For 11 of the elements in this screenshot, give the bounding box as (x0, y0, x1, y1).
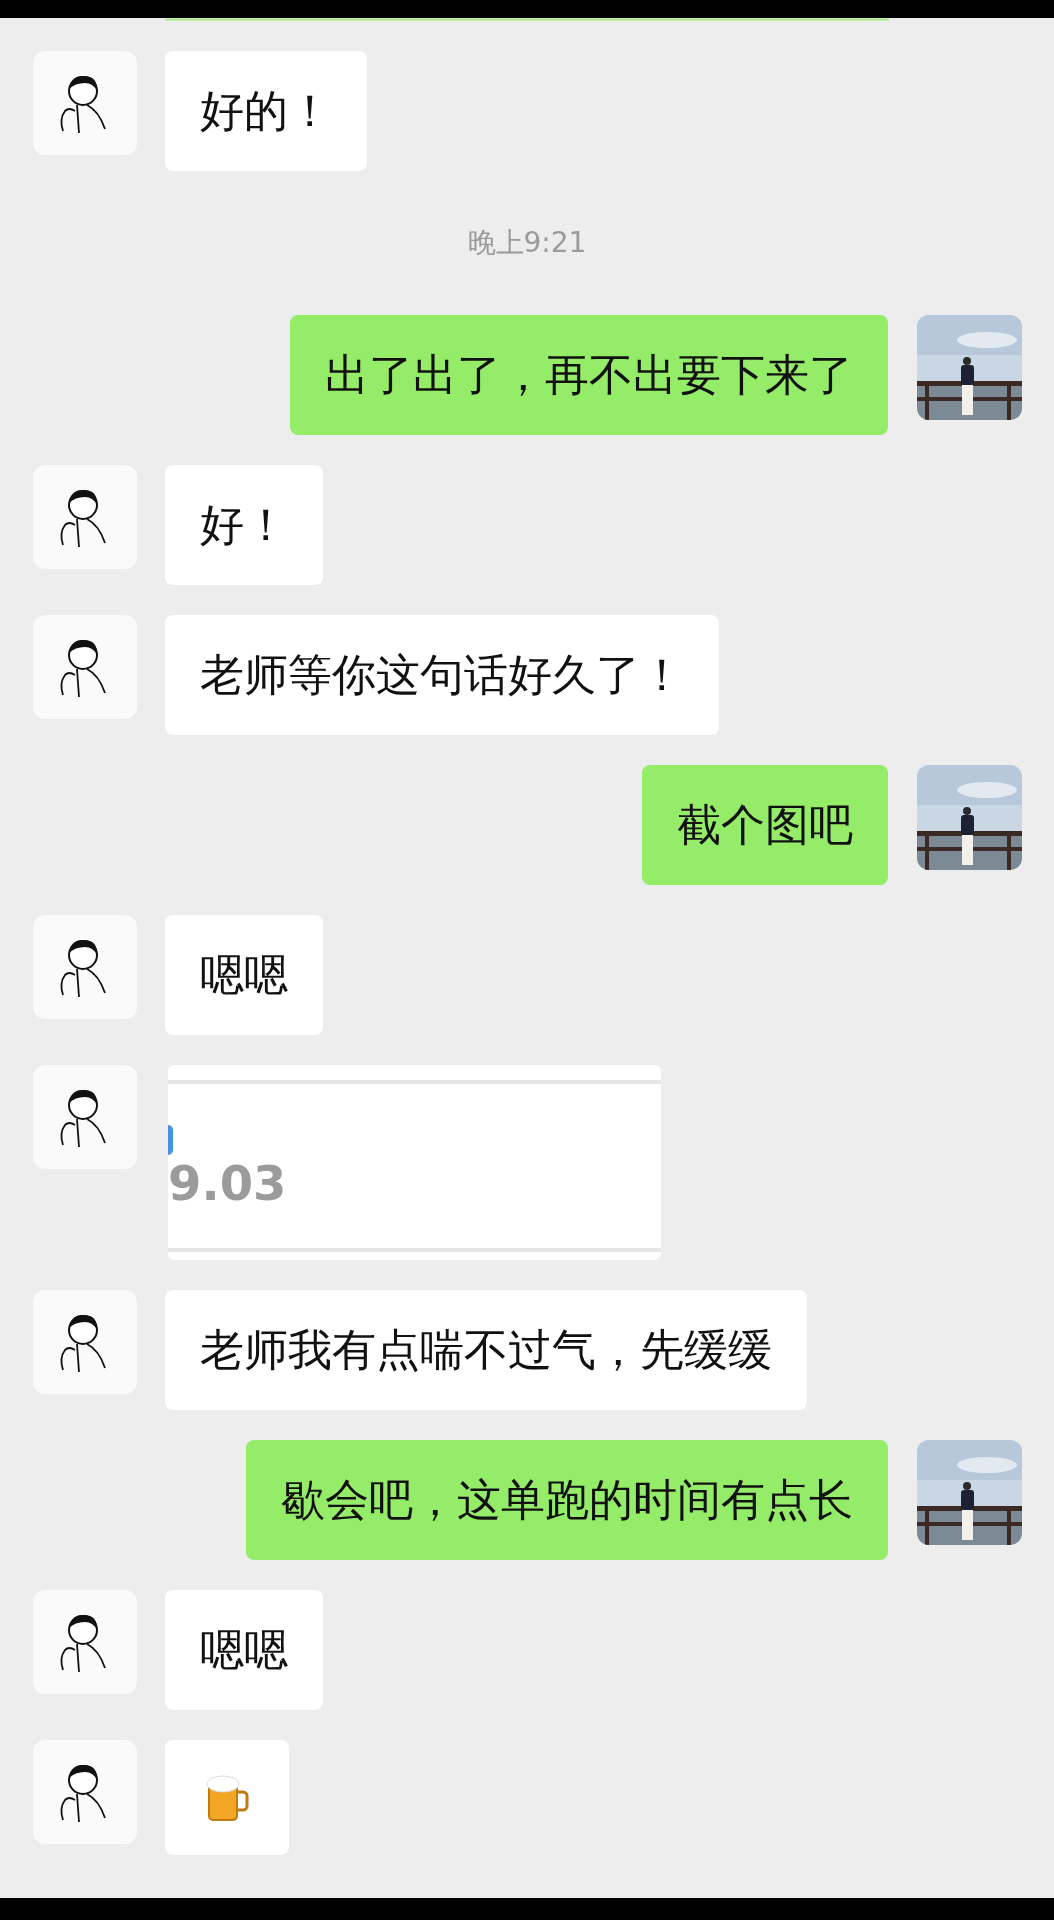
message-bubble[interactable]: 截个图吧 (642, 765, 888, 885)
message-bubble[interactable]: 老师等你这句话好久了！ (165, 615, 719, 735)
message-bubble[interactable]: 歇会吧，这单跑的时间有点长 (246, 1440, 888, 1560)
message-bubble[interactable]: 出了出了，再不出要下来了 (290, 315, 888, 435)
message-bubble[interactable]: 嗯嗯 (165, 1590, 323, 1710)
message-bubble[interactable]: 好的！ (165, 51, 367, 171)
message-bubble[interactable]: 好！ (165, 465, 323, 585)
timestamp: 晚上9:21 (467, 225, 587, 261)
message-bubble[interactable]: 嗯嗯 (165, 915, 323, 1035)
amount-text: 9.03 (168, 1159, 288, 1207)
message-bubble[interactable]: 老师我有点喘不过气，先缓缓 (165, 1290, 807, 1410)
